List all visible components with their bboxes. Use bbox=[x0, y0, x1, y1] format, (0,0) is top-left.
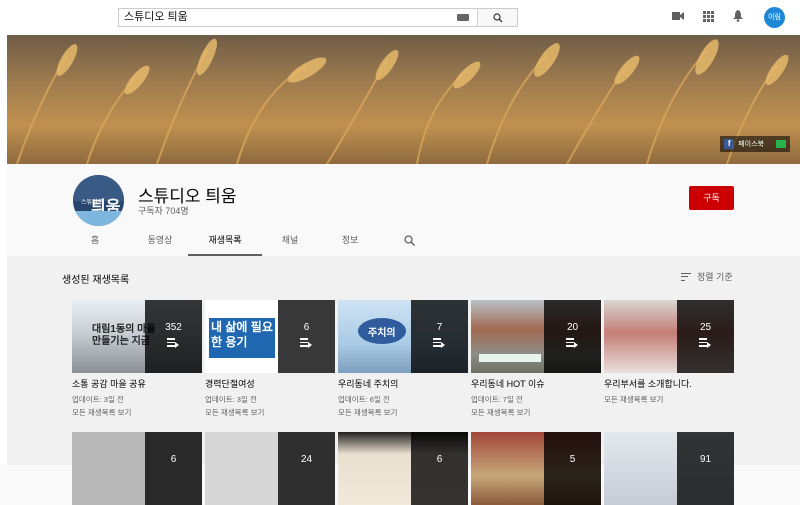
avatar-bottom bbox=[73, 211, 124, 226]
link-icon[interactable] bbox=[776, 140, 786, 148]
video-count: 352 bbox=[165, 322, 182, 333]
channel-avatar[interactable]: 스튜디오 틔움 bbox=[73, 175, 124, 226]
playlist-thumbnail[interactable]: 6 bbox=[338, 432, 468, 505]
thumbnail-text: 내 삶에 필요한 용기 bbox=[211, 320, 273, 349]
thumbnail-text: 주치의 bbox=[368, 328, 396, 339]
search-button[interactable] bbox=[477, 9, 517, 26]
playlist-icon bbox=[300, 338, 312, 348]
thumbnail-caption-bar bbox=[479, 354, 541, 362]
tab-channels[interactable]: 채널 bbox=[270, 231, 310, 256]
playlist-title[interactable]: 경력단절여성 bbox=[205, 377, 255, 390]
playlist-title[interactable]: 우리동네 HOT 이슈 bbox=[471, 377, 545, 390]
channel-search-icon[interactable] bbox=[404, 235, 415, 246]
playlist-icon bbox=[167, 338, 179, 348]
keyboard-icon[interactable] bbox=[457, 14, 469, 21]
sort-label: 정렬 기준 bbox=[697, 272, 733, 282]
video-count: 91 bbox=[699, 454, 712, 465]
playlist-icon bbox=[433, 338, 445, 348]
playlist-thumbnail[interactable]: 25 bbox=[604, 300, 734, 373]
create-video-icon[interactable] bbox=[672, 11, 684, 21]
playlist-updated: 업데이트: 3일 전 bbox=[205, 395, 257, 404]
tab-playlists[interactable]: 재생목록 bbox=[188, 231, 262, 256]
channel-header: 스튜디오 틔움 스튜디오 틔움 구독자 704명 구독 홈 동영상 재생목록 채… bbox=[7, 164, 800, 256]
playlist-title[interactable]: 우리동네 주치의 bbox=[338, 377, 398, 390]
playlist-icon bbox=[566, 338, 578, 348]
playlist-icon bbox=[699, 338, 711, 348]
channel-banner: f 페이스북 bbox=[7, 35, 800, 164]
playlist-thumbnail[interactable]: 주치의 7 bbox=[338, 300, 468, 373]
video-count: 24 bbox=[300, 454, 313, 465]
tab-videos[interactable]: 동영상 bbox=[132, 231, 188, 256]
view-full-playlist-link[interactable]: 모든 재생목록 보기 bbox=[338, 407, 397, 418]
left-gutter bbox=[0, 35, 7, 465]
tab-home[interactable]: 홈 bbox=[80, 231, 110, 256]
search-icon bbox=[492, 12, 502, 22]
banner-links: f 페이스북 bbox=[720, 136, 790, 152]
subscribe-button[interactable]: 구독 bbox=[689, 186, 734, 210]
playlist-thumbnail[interactable]: 내 삶에 필요한 용기 6 bbox=[205, 300, 335, 373]
view-full-playlist-link[interactable]: 모든 재생목록 보기 bbox=[604, 394, 663, 405]
playlist-thumbnail[interactable]: 20 bbox=[471, 300, 601, 373]
playlist-updated: 업데이트: 7일 전 bbox=[471, 395, 523, 404]
video-count: 20 bbox=[566, 322, 579, 333]
playlist-thumbnail[interactable]: 91 bbox=[604, 432, 734, 505]
playlist-count-overlay: 352 bbox=[145, 300, 202, 373]
video-count: 6 bbox=[436, 454, 443, 465]
playlist-count-overlay: 20 bbox=[544, 300, 601, 373]
video-count: 7 bbox=[436, 322, 443, 333]
subscriber-count: 구독자 704명 bbox=[138, 206, 189, 216]
playlist-updated: 업데이트: 3일 전 bbox=[72, 395, 124, 404]
apps-grid-icon[interactable] bbox=[703, 11, 714, 22]
view-full-playlist-link[interactable]: 모든 재생목록 보기 bbox=[471, 407, 530, 418]
view-full-playlist-link[interactable]: 모든 재생목록 보기 bbox=[72, 407, 131, 418]
search-box bbox=[118, 8, 518, 27]
facebook-link[interactable]: 페이스북 bbox=[738, 139, 764, 149]
view-full-playlist-link[interactable]: 모든 재생목록 보기 bbox=[205, 407, 264, 418]
playlist-thumbnail[interactable]: 6 bbox=[72, 432, 202, 505]
top-bar: 이림 bbox=[0, 0, 800, 35]
playlist-thumbnail[interactable]: 대림1동의 마을 만들기는 지금 352 bbox=[72, 300, 202, 373]
playlist-count-overlay: 6 bbox=[145, 432, 202, 505]
search-input[interactable] bbox=[119, 9, 477, 26]
playlists-section: 생성된 재생목록 정렬 기준 대림1동의 마을 만들기는 지금 352 소통 공… bbox=[7, 256, 800, 505]
playlist-count-overlay: 24 bbox=[278, 432, 335, 505]
playlist-thumbnail[interactable]: 5 bbox=[471, 432, 601, 505]
video-count: 6 bbox=[170, 454, 177, 465]
playlist-count-overlay: 25 bbox=[677, 300, 734, 373]
section-title: 생성된 재생목록 bbox=[62, 275, 130, 286]
video-count: 25 bbox=[699, 322, 712, 333]
playlist-count-overlay: 7 bbox=[411, 300, 468, 373]
video-count: 6 bbox=[303, 322, 310, 333]
notifications-bell-icon[interactable] bbox=[733, 10, 743, 22]
playlist-count-overlay: 6 bbox=[278, 300, 335, 373]
playlist-updated: 업데이트: 6일 전 bbox=[338, 395, 390, 404]
sort-button[interactable]: 정렬 기준 bbox=[681, 270, 733, 283]
wheat-field-image bbox=[16, 38, 789, 164]
tab-about[interactable]: 정보 bbox=[330, 231, 370, 256]
playlist-count-overlay: 91 bbox=[677, 432, 734, 505]
playlist-title[interactable]: 우리부서를 소개합니다. bbox=[604, 377, 692, 390]
playlist-title[interactable]: 소통 공감 마을 공유 bbox=[72, 377, 146, 390]
video-count: 5 bbox=[569, 454, 576, 465]
facebook-icon[interactable]: f bbox=[724, 139, 735, 149]
sort-icon bbox=[681, 272, 691, 281]
playlist-count-overlay: 5 bbox=[544, 432, 601, 505]
account-avatar[interactable]: 이림 bbox=[764, 7, 785, 28]
playlist-thumbnail[interactable]: 24 bbox=[205, 432, 335, 505]
playlist-count-overlay: 6 bbox=[411, 432, 468, 505]
